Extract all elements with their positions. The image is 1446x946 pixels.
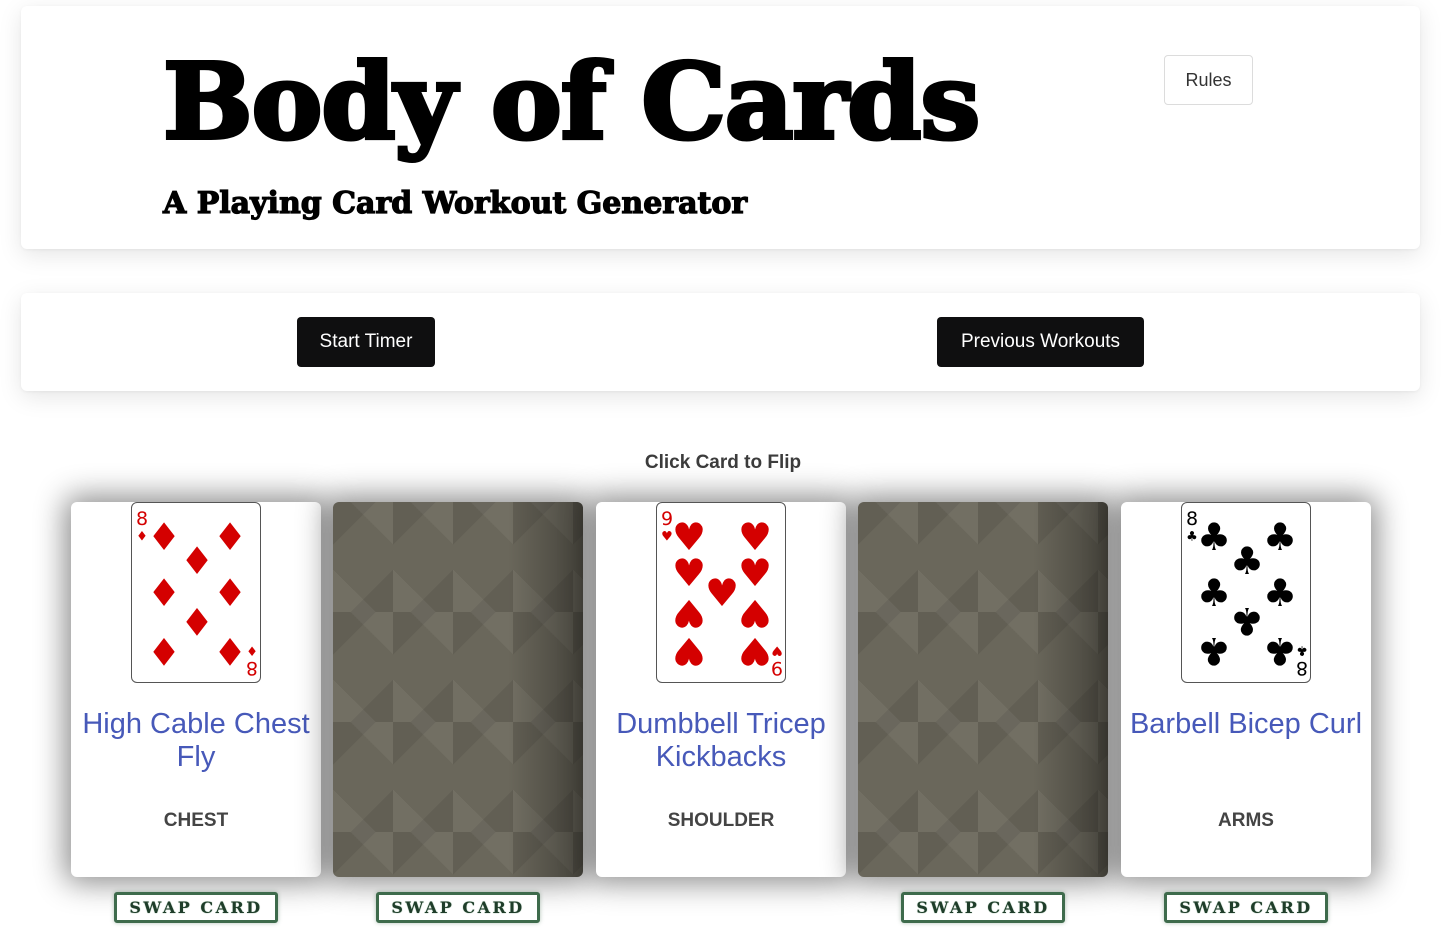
card-pips-1: 8♦8♦♦ ♦♦♦ ♦♦♦ ♦ (136, 508, 258, 679)
card-pip-icon: ♥ (738, 591, 772, 635)
card-pip-icon: ♥ (738, 551, 772, 595)
card-pip-icon: ♥ (705, 571, 739, 615)
card-pips-5: 8♣8♣♣ ♣♣♣ ♣♣♣ ♣ (1186, 508, 1308, 679)
card-pip-icon: ♣ (1197, 571, 1231, 615)
previous-workouts-button[interactable]: Previous Workouts (937, 317, 1144, 367)
card-pip-icon: ♣ (1230, 539, 1264, 583)
page-subtitle: A Playing Card Workout Generator (162, 185, 748, 221)
swap-card-button-2[interactable]: SWAP CARD (376, 892, 540, 923)
page-title: Body of Cards (161, 40, 982, 163)
card-pip-icon: ♣ (1230, 599, 1264, 643)
card-pip-icon: ♦ (213, 629, 247, 673)
card-pip-icon: ♦ (213, 515, 247, 559)
card-pip-icon: ♥ (672, 591, 706, 635)
muscle-group-1: CHEST (163, 810, 229, 831)
card-pip-icon: ♦ (213, 571, 247, 615)
workout-card-2-back[interactable] (333, 502, 583, 877)
start-timer-button[interactable]: Start Timer (297, 317, 435, 367)
rules-button[interactable]: Rules (1164, 55, 1253, 105)
swap-card-button-5[interactable]: SWAP CARD (1164, 892, 1328, 923)
card-pip-icon: ♦ (147, 515, 181, 559)
flip-hint: Click Card to Flip (644, 452, 802, 473)
muscle-group-5: ARMS (1218, 810, 1274, 831)
controls-panel: Start Timer Previous Workouts (21, 293, 1420, 391)
exercise-name-5[interactable]: Barbell Bicep Curl (1121, 708, 1371, 741)
card-pip-icon: ♣ (1197, 629, 1231, 673)
swap-card-button-4[interactable]: SWAP CARD (901, 892, 1065, 923)
card-pips-3: 9♥9♥♥ ♥♥ ♥♥♥ ♥♥ ♥ (661, 508, 783, 679)
header-panel: Body of Cards A Playing Card Workout Gen… (21, 6, 1420, 249)
card-pip-icon: ♦ (180, 599, 214, 643)
exercise-name-1[interactable]: High Cable Chest Fly (71, 708, 321, 774)
exercise-name-3[interactable]: Dumbbell Tricep Kickbacks (596, 708, 846, 774)
card-pip-icon: ♣ (1263, 515, 1297, 559)
playing-card-1: 8 ♦ 8 ♦ ♦ ♦ ♦ ♦ ♦ ♦ ♦ ♦ (131, 502, 261, 683)
card-pip-icon: ♦ (147, 629, 181, 673)
card-pip-icon: ♣ (1263, 571, 1297, 615)
swap-card-button-1[interactable]: SWAP CARD (114, 892, 278, 923)
workout-card-5[interactable]: 8 ♣ 8 ♣ ♣ ♣ ♣ ♣ ♣ ♣ ♣ ♣ Barbell Bicep Curl ARMS (1121, 502, 1371, 877)
card-pip-icon: ♣ (1263, 629, 1297, 673)
card-pip-icon: ♥ (672, 629, 706, 673)
card-pip-icon: ♣ (1197, 515, 1231, 559)
card-pip-icon: ♥ (672, 551, 706, 595)
playing-card-5: 8 ♣ 8 ♣ ♣ ♣ ♣ ♣ ♣ ♣ ♣ ♣ (1181, 502, 1311, 683)
playing-card-3: 9 ♥ 9 ♥ ♥ ♥ ♥ ♥ ♥ ♥ ♥ ♥ ♥ (656, 502, 786, 683)
workout-card-4-back[interactable] (858, 502, 1108, 877)
card-pip-icon: ♥ (738, 629, 772, 673)
workout-card-3[interactable]: 9 ♥ 9 ♥ ♥ ♥ ♥ ♥ ♥ ♥ ♥ ♥ ♥ Dumbbell Tricep Kickbacks … (596, 502, 846, 877)
workout-card-1[interactable]: 8 ♦ 8 ♦ ♦ ♦ ♦ ♦ ♦ ♦ ♦ ♦ High Cable Chest Fly CHEST (71, 502, 321, 877)
muscle-group-3: SHOULDER (667, 810, 775, 831)
card-pip-icon: ♦ (180, 539, 214, 583)
card-pip-icon: ♦ (147, 571, 181, 615)
